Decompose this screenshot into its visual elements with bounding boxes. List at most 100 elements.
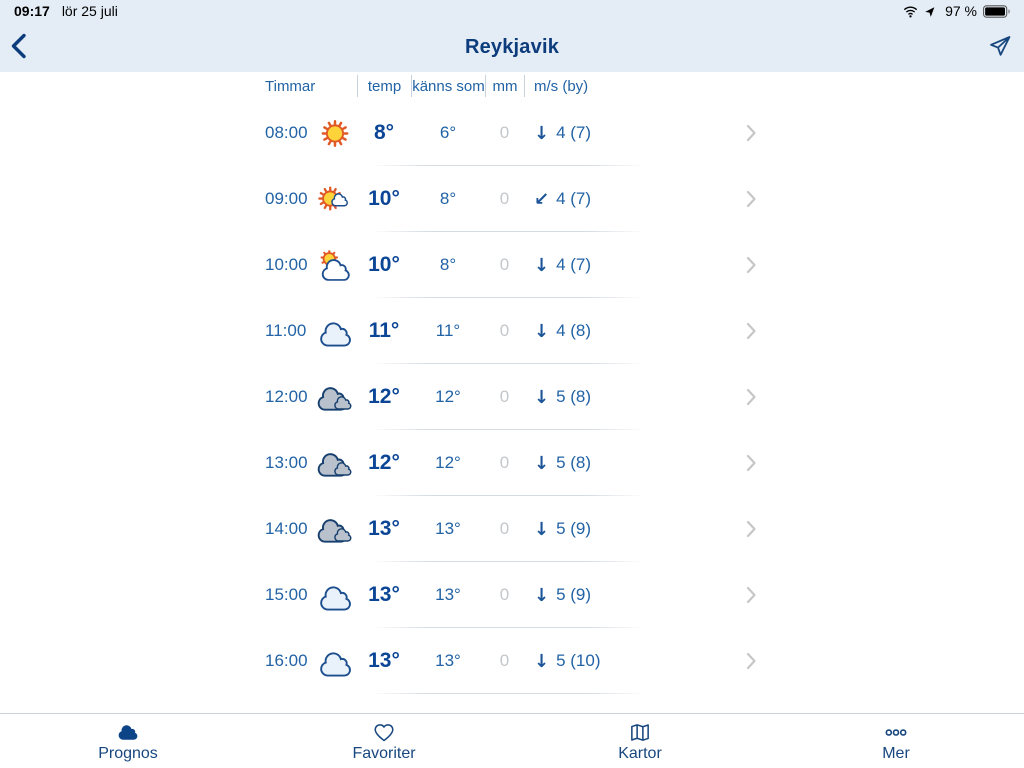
chevron-right-icon xyxy=(746,520,757,538)
feels-like-value: 13° xyxy=(411,585,485,605)
forecast-row[interactable]: 15:00 13° 13° 0 ↓ 5 (9) xyxy=(0,562,1024,628)
sun-icon xyxy=(313,118,357,149)
feels-like-value: 13° xyxy=(411,519,485,539)
chevron-right-icon xyxy=(746,454,757,472)
battery-percent: 97 % xyxy=(945,3,977,19)
column-header-kanns-som: känns som xyxy=(411,75,485,97)
time-label: 14:00 xyxy=(265,519,313,539)
precipitation-value: 0 xyxy=(485,387,524,407)
time-label: 12:00 xyxy=(265,387,313,407)
chevron-left-icon xyxy=(10,33,27,62)
ellipsis-icon xyxy=(881,721,911,744)
column-header-timmar: Timmar xyxy=(265,75,357,97)
wind-direction-arrow: ↓ xyxy=(534,321,549,342)
status-bar: 09:17 lör 25 juli 97 % xyxy=(0,0,1024,22)
wind-cell: ↓ 4 (8) xyxy=(524,321,650,342)
wind-cell: ↓ 5 (10) xyxy=(524,651,650,672)
temperature-value: 11° xyxy=(357,319,411,343)
share-button[interactable] xyxy=(988,22,1012,72)
tab-label: Prognos xyxy=(98,746,158,762)
forecast-row[interactable]: 09:00 10° 8° 0 ↙ 4 (7) xyxy=(0,166,1024,232)
time-label: 16:00 xyxy=(265,651,313,671)
wifi-icon xyxy=(902,5,919,18)
forecast-row[interactable]: 08:00 8° 6° 0 ↓ 4 (7) xyxy=(0,100,1024,166)
wind-direction-arrow: ↓ xyxy=(534,585,549,606)
wind-speed-text: 4 (7) xyxy=(556,123,591,143)
column-header-ms-by: m/s (by) xyxy=(524,75,650,97)
precipitation-value: 0 xyxy=(485,519,524,539)
wind-cell: ↓ 5 (8) xyxy=(524,387,650,408)
temperature-value: 12° xyxy=(357,451,411,475)
feels-like-value: 11° xyxy=(411,321,485,341)
precipitation-value: 0 xyxy=(485,453,524,473)
tab-bar: Prognos Favoriter Kartor xyxy=(0,713,1024,768)
temperature-value: 13° xyxy=(357,517,411,541)
wind-speed-text: 4 (7) xyxy=(556,255,591,275)
wind-speed-text: 4 (8) xyxy=(556,321,591,341)
forecast-row[interactable]: 11:00 11° 11° 0 ↓ 4 (8) xyxy=(0,298,1024,364)
heart-icon xyxy=(369,721,399,744)
time-label: 15:00 xyxy=(265,585,313,605)
forecast-row[interactable]: 14:00 13° 13° 0 ↓ 5 (9) xyxy=(0,496,1024,562)
feels-like-value: 8° xyxy=(411,189,485,209)
chevron-right-icon xyxy=(746,322,757,340)
temperature-value: 10° xyxy=(357,187,411,211)
wind-cell: ↓ 5 (8) xyxy=(524,453,650,474)
forecast-row[interactable]: 16:00 13° 13° 0 ↓ 5 (10) xyxy=(0,628,1024,694)
wind-speed-text: 5 (8) xyxy=(556,453,591,473)
cloud-light-icon xyxy=(313,580,357,611)
tab-kartor[interactable]: Kartor xyxy=(512,714,768,768)
precipitation-value: 0 xyxy=(485,651,524,671)
time-label: 10:00 xyxy=(265,255,313,275)
wind-cell: ↓ 5 (9) xyxy=(524,585,650,606)
forecast-table-header: Timmar temp känns som mm m/s (by) xyxy=(0,72,1024,100)
wind-direction-arrow: ↓ xyxy=(534,255,549,276)
forecast-row[interactable]: 13:00 12° 12° 0 ↓ 5 (8) xyxy=(0,430,1024,496)
precipitation-value: 0 xyxy=(485,123,524,143)
feels-like-value: 13° xyxy=(411,651,485,671)
tab-label: Mer xyxy=(882,746,910,762)
paper-plane-icon xyxy=(988,34,1012,61)
feels-like-value: 12° xyxy=(411,453,485,473)
wind-direction-arrow: ↓ xyxy=(534,387,549,408)
cloud-light-icon xyxy=(313,316,357,347)
time-label: 11:00 xyxy=(265,321,313,341)
tab-mer[interactable]: Mer xyxy=(768,714,1024,768)
chevron-right-icon xyxy=(746,388,757,406)
tab-prognos[interactable]: Prognos xyxy=(0,714,256,768)
cloud-filled-icon xyxy=(113,721,143,744)
forecast-row[interactable]: 10:00 10° 8° 0 ↓ 4 (7) xyxy=(0,232,1024,298)
sun-behind-cloud-icon xyxy=(313,250,357,281)
wind-speed-text: 4 (7) xyxy=(556,189,591,209)
precipitation-value: 0 xyxy=(485,189,524,209)
chevron-right-icon xyxy=(746,124,757,142)
temperature-value: 10° xyxy=(357,253,411,277)
cloud-light-icon xyxy=(313,646,357,677)
precipitation-value: 0 xyxy=(485,255,524,275)
feels-like-value: 6° xyxy=(411,123,485,143)
tab-favoriter[interactable]: Favoriter xyxy=(256,714,512,768)
precipitation-value: 0 xyxy=(485,321,524,341)
tab-label: Kartor xyxy=(618,746,662,762)
back-button[interactable] xyxy=(10,22,27,72)
wind-speed-text: 5 (9) xyxy=(556,519,591,539)
wind-direction-arrow: ↓ xyxy=(534,453,549,474)
chevron-right-icon xyxy=(746,190,757,208)
battery-icon xyxy=(983,5,1010,18)
forecast-row[interactable]: 12:00 12° 12° 0 ↓ 5 (8) xyxy=(0,364,1024,430)
wind-speed-text: 5 (10) xyxy=(556,651,600,671)
navigation-bar: Reykjavik xyxy=(0,22,1024,72)
temperature-value: 13° xyxy=(357,583,411,607)
map-icon xyxy=(625,721,655,744)
temperature-value: 12° xyxy=(357,385,411,409)
clouds-gray-icon xyxy=(313,382,357,413)
forecast-rows: 08:00 8° 6° 0 ↓ 4 (7) 09:00 10° xyxy=(0,100,1024,694)
chevron-right-icon xyxy=(746,256,757,274)
weather-app-screen: 09:17 lör 25 juli 97 % xyxy=(0,0,1024,768)
chevron-right-icon xyxy=(746,652,757,670)
wind-cell: ↓ 5 (9) xyxy=(524,519,650,540)
temperature-value: 13° xyxy=(357,649,411,673)
wind-cell: ↙ 4 (7) xyxy=(524,189,650,210)
column-header-mm: mm xyxy=(485,75,524,97)
location-arrow-icon xyxy=(925,5,937,17)
